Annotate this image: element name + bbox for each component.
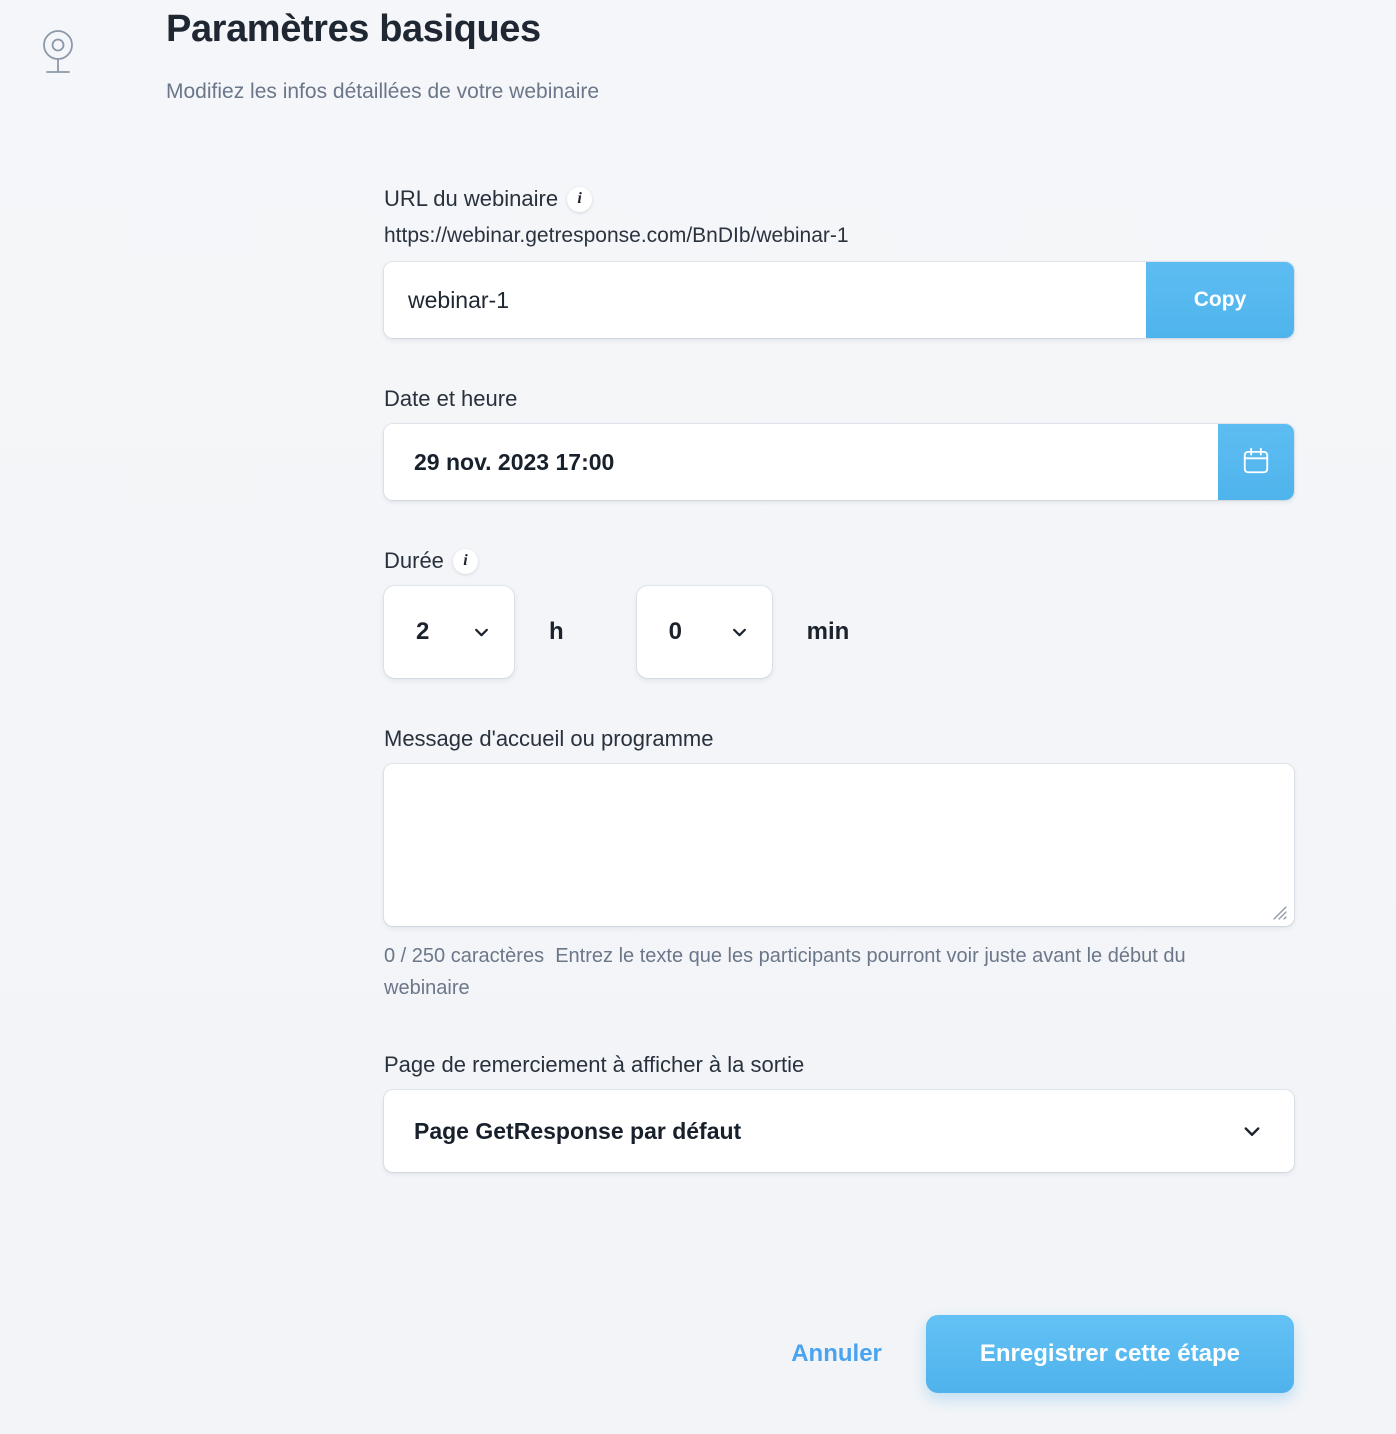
page-subtitle: Modifiez les infos détaillées de votre w… <box>166 80 600 103</box>
duration-minutes-unit: min <box>806 618 850 645</box>
save-step-button[interactable]: Enregistrer cette étape <box>925 1315 1294 1393</box>
calendar-icon <box>1241 446 1271 479</box>
duration-label: Durée <box>384 548 444 573</box>
field-datetime: Date et heure <box>384 386 1294 500</box>
duration-minutes-value: 0 <box>668 618 683 645</box>
message-helper-text: 0 / 250 caractères Entrez le texte que l… <box>384 940 1254 1004</box>
field-webinar-url: URL du webinaire i https://webinar.getre… <box>384 186 1294 338</box>
datetime-input[interactable] <box>384 424 1218 500</box>
info-icon[interactable]: i <box>567 186 593 212</box>
cancel-button[interactable]: Annuler <box>785 1339 888 1369</box>
settings-form: URL du webinaire i https://webinar.getre… <box>384 186 1294 1172</box>
url-label-row: URL du webinaire i <box>384 186 1294 212</box>
duration-label-row: Durée i <box>384 548 1294 574</box>
thank-you-label: Page de remerciement à afficher à la sor… <box>384 1052 805 1077</box>
chevron-down-icon <box>731 624 748 641</box>
page-title: Paramètres basiques <box>166 8 541 50</box>
message-char-counter: 0 / 250 caractères <box>384 945 545 967</box>
message-textarea[interactable] <box>384 764 1294 926</box>
copy-button[interactable]: Copy <box>1146 262 1294 338</box>
url-input[interactable] <box>384 262 1146 338</box>
field-duration: Durée i 2 h 0 min <box>384 548 1294 678</box>
datetime-label-row: Date et heure <box>384 386 1294 412</box>
page-header: Paramètres basiques Modifiez les infos d… <box>0 0 1396 103</box>
message-label: Message d'accueil ou programme <box>384 726 714 751</box>
duration-minutes-select[interactable]: 0 <box>636 586 772 678</box>
duration-hours-value: 2 <box>416 618 430 645</box>
thank-you-page-value: Page GetResponse par défaut <box>414 1117 742 1144</box>
url-input-row: Copy <box>384 262 1294 338</box>
message-label-row: Message d'accueil ou programme <box>384 726 1294 752</box>
message-textarea-wrap <box>384 764 1294 926</box>
calendar-button[interactable] <box>1218 424 1294 500</box>
basic-settings-page: Paramètres basiques Modifiez les infos d… <box>0 0 1396 1434</box>
field-thank-you-page: Page de remerciement à afficher à la sor… <box>384 1052 1294 1172</box>
duration-hours-unit: h <box>549 618 564 645</box>
chevron-down-icon <box>1242 1121 1262 1141</box>
datetime-input-row <box>384 424 1294 500</box>
webcam-icon <box>38 26 78 78</box>
thank-you-page-select[interactable]: Page GetResponse par défaut <box>384 1090 1294 1172</box>
datetime-label: Date et heure <box>384 386 518 411</box>
form-actions: Annuler Enregistrer cette étape <box>0 1315 1396 1393</box>
thank-you-label-row: Page de remerciement à afficher à la sor… <box>384 1052 1294 1078</box>
info-icon[interactable]: i <box>452 548 478 574</box>
duration-hours-select[interactable]: 2 <box>384 586 514 678</box>
url-label: URL du webinaire <box>384 186 559 211</box>
duration-row: 2 h 0 min <box>384 586 1294 678</box>
chevron-down-icon <box>473 624 490 641</box>
url-preview: https://webinar.getresponse.com/BnDIb/we… <box>384 224 849 247</box>
field-welcome-message: Message d'accueil ou programme 0 / 250 c… <box>384 726 1294 1004</box>
